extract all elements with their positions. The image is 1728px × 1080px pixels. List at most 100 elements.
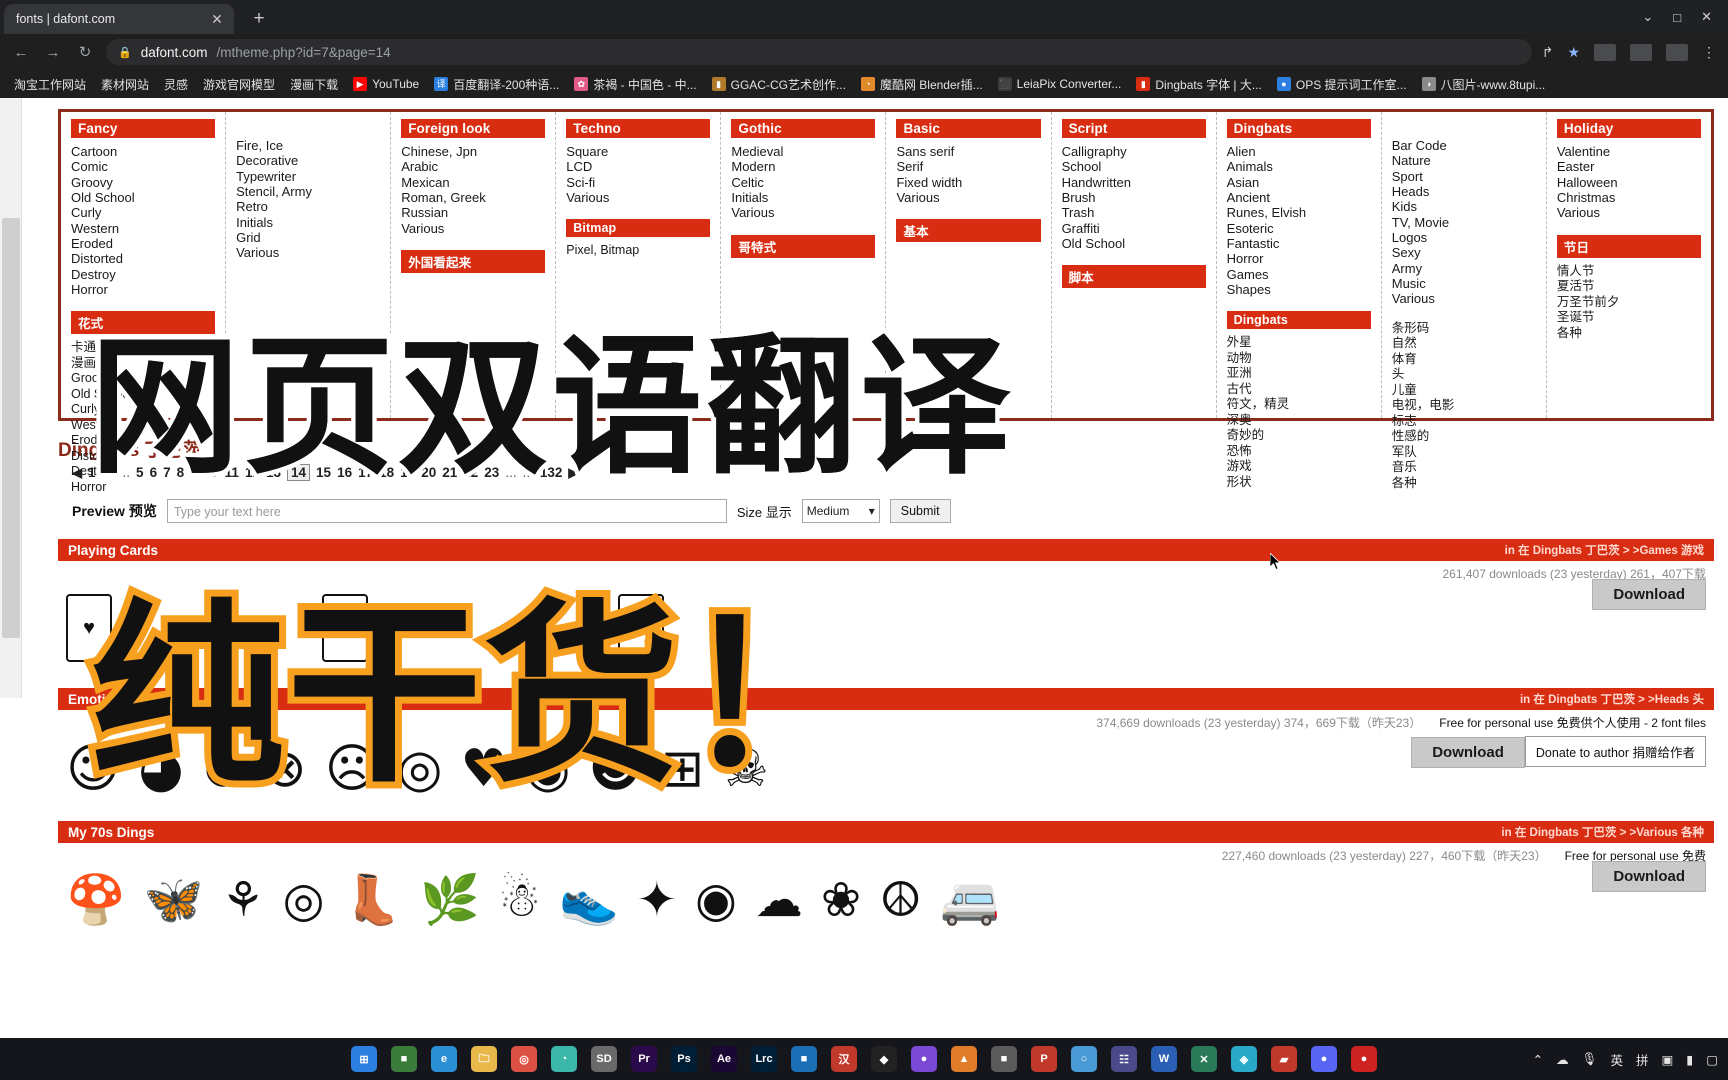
taskbar-app-blue-icon[interactable]: ■ <box>791 1046 817 1072</box>
category-link-translated[interactable]: 深奥 <box>1227 413 1371 429</box>
font-name[interactable]: Playing Cards <box>68 543 158 558</box>
taskbar-app-dark-icon[interactable]: ◆ <box>871 1046 897 1072</box>
submit-button[interactable]: Submit <box>890 499 951 523</box>
font-name[interactable]: Emoticons <box>68 692 137 707</box>
category-link[interactable]: Groovy <box>71 175 215 190</box>
taskbar-app-grid-icon[interactable]: ☷ <box>1111 1046 1137 1072</box>
pagination-page[interactable]: 20 <box>421 465 436 480</box>
download-button[interactable]: Download <box>1592 579 1706 610</box>
category-link[interactable]: Various <box>731 205 875 220</box>
category-link-translated[interactable]: 符文，精灵 <box>1227 397 1371 413</box>
bookmark-item[interactable]: 淘宝工作网站 <box>8 73 92 96</box>
tray-notify-icon[interactable]: ▢ <box>1706 1052 1718 1067</box>
category-link-translated[interactable]: 军队 <box>1392 445 1536 461</box>
category-link[interactable]: Old School <box>71 190 215 205</box>
size-select[interactable]: Medium ▾ <box>802 499 880 523</box>
category-link[interactable]: Bar Code <box>1392 138 1536 153</box>
category-link-translated[interactable]: 漫画 <box>71 356 215 372</box>
category-link[interactable]: Distorted <box>71 251 215 266</box>
category-link[interactable]: Music <box>1392 276 1536 291</box>
scrollbar[interactable] <box>0 98 22 698</box>
category-link-translated[interactable]: 古代 <box>1227 382 1371 398</box>
category-link[interactable]: Games <box>1227 267 1371 282</box>
bookmark-item[interactable]: ▮GGAC-CG艺术创作... <box>706 73 852 96</box>
tray-lang_en-icon[interactable]: 英 <box>1610 1050 1623 1069</box>
category-link-translated[interactable]: 性感的 <box>1392 429 1536 445</box>
category-link-translated[interactable]: 各种 <box>1557 326 1701 342</box>
category-link[interactable]: Old School <box>1062 236 1206 251</box>
category-link-translated[interactable]: Groovy <box>71 371 215 387</box>
extension-icon-1[interactable] <box>1594 44 1616 61</box>
pagination-page[interactable]: 13 <box>266 465 281 480</box>
category-link[interactable]: Kids <box>1392 199 1536 214</box>
category-link-translated[interactable]: Western <box>71 418 215 434</box>
category-link[interactable]: Alien <box>1227 144 1371 159</box>
category-link-translated[interactable]: 亚洲 <box>1227 366 1371 382</box>
category-link[interactable]: Halloween <box>1557 175 1701 190</box>
category-link[interactable]: Various <box>401 221 545 236</box>
category-link[interactable]: School <box>1062 159 1206 174</box>
taskbar-app-purple-icon[interactable]: ● <box>911 1046 937 1072</box>
bookmark-item[interactable]: ◑八图片-www.8tupi... <box>1416 73 1552 96</box>
category-link[interactable]: Horror <box>71 282 215 297</box>
category-link[interactable]: Various <box>1557 205 1701 220</box>
category-link[interactable]: Esoteric <box>1227 221 1371 236</box>
taskbar-app-x-icon[interactable]: ✕ <box>1191 1046 1217 1072</box>
pagination-page[interactable]: 132 <box>540 465 563 480</box>
font-category-breadcrumb[interactable]: in 在 Dingbats 丁巴茨 > >Various 各种 <box>1501 824 1704 840</box>
category-link[interactable]: Fire, Ice <box>236 138 380 153</box>
tray-cloud-icon[interactable]: ☁ <box>1556 1052 1569 1067</box>
category-link[interactable]: Eroded <box>71 236 215 251</box>
tray-mic-icon[interactable]: 🎙 <box>1582 1052 1598 1067</box>
category-link[interactable]: Trash <box>1062 205 1206 220</box>
category-link[interactable]: Heads <box>1392 184 1536 199</box>
category-link-translated[interactable]: 音乐 <box>1392 460 1536 476</box>
category-link[interactable]: Logos <box>1392 230 1536 245</box>
new-tab-icon[interactable]: + <box>246 8 272 30</box>
category-link[interactable]: Fixed width <box>896 175 1040 190</box>
taskbar-app-orange-icon[interactable]: ▲ <box>951 1046 977 1072</box>
category-link[interactable]: Calligraphy <box>1062 144 1206 159</box>
category-link[interactable]: Western <box>71 221 215 236</box>
category-link-translated[interactable]: 卡通 <box>71 340 215 356</box>
bookmark-item[interactable]: ✿茶褐 - 中国色 - 中... <box>568 73 702 96</box>
bookmark-item[interactable]: ●OPS 提示词工作室... <box>1271 73 1413 96</box>
category-link-translated[interactable]: 条形码 <box>1392 321 1536 337</box>
tray-chevron-icon[interactable]: ⌃ <box>1533 1052 1543 1067</box>
back-icon[interactable]: ← <box>10 44 32 61</box>
scrollbar-thumb[interactable] <box>2 218 20 638</box>
pagination-page[interactable]: 17 <box>358 465 373 480</box>
pagination-page[interactable]: 23 <box>484 465 499 480</box>
taskbar-record-icon[interactable]: ● <box>1351 1046 1377 1072</box>
category-link-translated[interactable]: 圣诞节 <box>1557 310 1701 326</box>
category-link[interactable]: Fantastic <box>1227 236 1371 251</box>
menu-icon[interactable]: ⋮ <box>1702 44 1716 61</box>
category-link[interactable]: Celtic <box>731 175 875 190</box>
bookmark-item[interactable]: ▶YouTube <box>347 74 425 94</box>
taskbar-app-sd-icon[interactable]: SD <box>591 1046 617 1072</box>
bookmark-item[interactable]: ◔魔酷网 Blender插... <box>855 73 989 96</box>
bookmark-item[interactable]: ▮Dingbats 字体 | 大... <box>1130 73 1267 96</box>
category-link-translated[interactable]: 情人节 <box>1557 264 1701 280</box>
tray-battery-icon[interactable]: ▮ <box>1686 1052 1693 1067</box>
taskbar-explorer-icon[interactable]: 🗀 <box>471 1046 497 1072</box>
pagination-page[interactable]: 15 <box>316 465 331 480</box>
category-link[interactable]: Modern <box>731 159 875 174</box>
category-link-translated[interactable]: Destroy <box>71 464 215 480</box>
extension-icon-3[interactable] <box>1666 44 1688 61</box>
category-link-translated[interactable]: 恐怖 <box>1227 444 1371 460</box>
category-link[interactable]: Sport <box>1392 169 1536 184</box>
taskbar-aftereffects-icon[interactable]: Ae <box>711 1046 737 1072</box>
category-link[interactable]: Various <box>1392 291 1536 306</box>
category-link-translated[interactable]: 动物 <box>1227 351 1371 367</box>
category-link-translated[interactable]: Horror <box>71 480 215 496</box>
donate-button[interactable]: Donate to author 捐赠给作者 <box>1525 736 1706 767</box>
category-link[interactable]: Roman, Greek <box>401 190 545 205</box>
taskbar-discord-icon[interactable]: ● <box>1311 1046 1337 1072</box>
taskbar-app-green-icon[interactable]: ■ <box>391 1046 417 1072</box>
bookmark-item[interactable]: ⬛LeiaPix Converter... <box>992 74 1128 94</box>
category-link-translated[interactable]: 标志 <box>1392 414 1536 430</box>
category-link[interactable]: Square <box>566 144 710 159</box>
category-link[interactable]: Various <box>566 190 710 205</box>
category-link[interactable]: Various <box>896 190 1040 205</box>
